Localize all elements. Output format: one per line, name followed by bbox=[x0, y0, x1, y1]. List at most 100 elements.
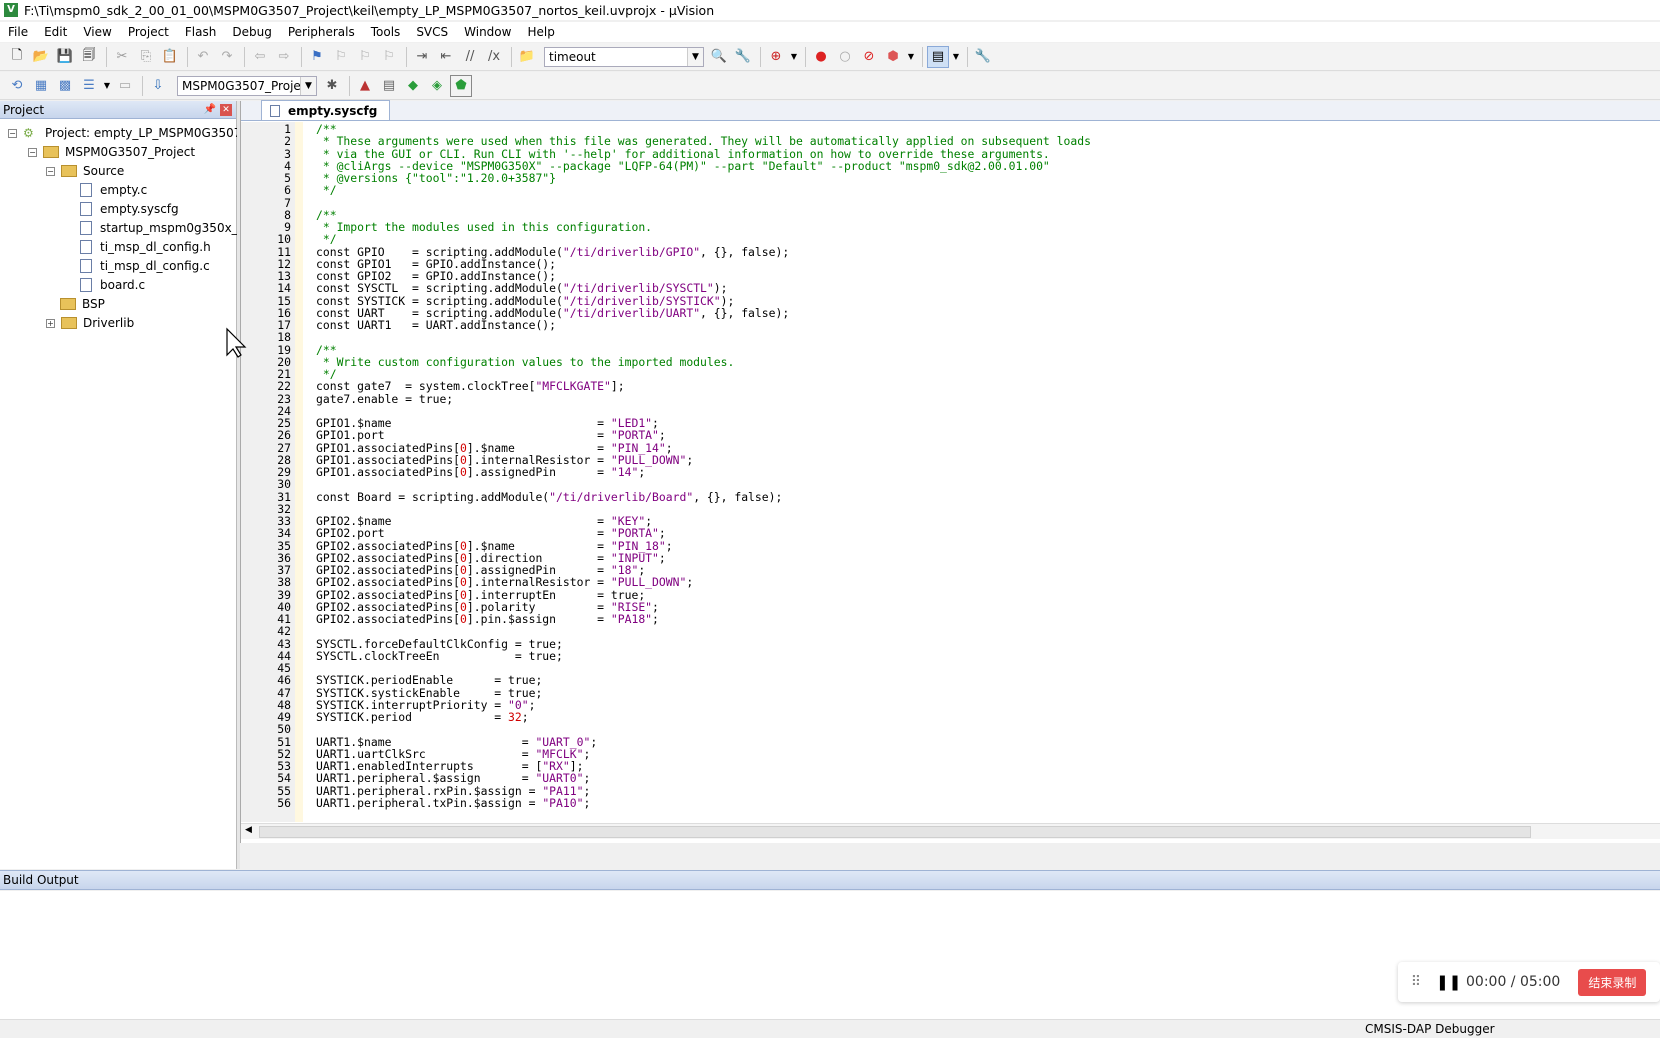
tree-item[interactable]: BSP bbox=[60, 294, 105, 314]
tree-item[interactable]: empty.syscfg bbox=[80, 199, 179, 219]
code-line[interactable]: */ bbox=[316, 184, 337, 197]
pack-installer-icon[interactable]: ◈ bbox=[426, 75, 448, 97]
separator bbox=[187, 46, 188, 67]
tree-item[interactable]: board.c bbox=[80, 275, 145, 295]
code-line[interactable]: GPIO2.associatedPins[0].pin.$assign = "P… bbox=[316, 613, 659, 626]
tree-item[interactable]: − Source bbox=[46, 161, 124, 181]
expand-icon[interactable]: + bbox=[46, 318, 55, 328]
prev-bookmark-icon[interactable]: ⚐ bbox=[330, 46, 352, 68]
dropdown-arrow-icon[interactable]: ▼ bbox=[789, 46, 799, 68]
incremental-find-icon[interactable]: 🔧 bbox=[732, 46, 754, 68]
code-line[interactable]: SYSTICK.period = 32; bbox=[316, 711, 529, 724]
nav-back-icon[interactable]: ⇦ bbox=[249, 46, 271, 68]
kill-all-breakpoints-icon[interactable]: ⬢ bbox=[882, 46, 904, 68]
tree-item[interactable]: empty.c bbox=[80, 180, 147, 200]
nav-forward-icon[interactable]: ⇨ bbox=[273, 46, 295, 68]
find-icon[interactable]: 🔍 bbox=[708, 46, 730, 68]
tree-item[interactable]: − MSPM0G3507_Project bbox=[28, 142, 195, 162]
tree-item[interactable]: ti_msp_dl_config.c bbox=[80, 256, 210, 276]
menu-item-project[interactable]: Project bbox=[120, 25, 177, 39]
scrollbar-thumb[interactable] bbox=[259, 826, 1531, 838]
tree-item[interactable]: ti_msp_dl_config.h bbox=[80, 237, 211, 257]
bookmark-icon[interactable]: ⚑ bbox=[306, 46, 328, 68]
tree-item[interactable]: startup_mspm0g350x_uv bbox=[80, 218, 252, 238]
tab-empty-syscfg[interactable]: empty.syscfg bbox=[261, 100, 391, 120]
breakpoint-icon[interactable]: ● bbox=[810, 46, 832, 68]
copy-icon[interactable]: ⎘ bbox=[135, 46, 157, 68]
menu-item-peripherals[interactable]: Peripherals bbox=[280, 25, 363, 39]
tree-item[interactable]: − ⚙ Project: empty_LP_MSPM0G3507_no bbox=[8, 123, 262, 143]
menu-item-debug[interactable]: Debug bbox=[224, 25, 279, 39]
code-area[interactable]: 1 2 3 4 5 6 7 8 9 10 11 12 13 14 15 16 17 18 19 20 21 22 23 24 2… bbox=[241, 122, 1660, 822]
kill-breakpoints-icon[interactable]: ⊘ bbox=[858, 46, 880, 68]
open-folder-icon[interactable]: 📂 bbox=[30, 46, 52, 68]
unindent-icon[interactable]: ⇤ bbox=[435, 46, 457, 68]
cut-icon[interactable]: ✂ bbox=[111, 46, 133, 68]
manage-runtime-icon[interactable]: ▤ bbox=[378, 75, 400, 97]
comment-icon[interactable]: // bbox=[459, 46, 481, 68]
paste-icon[interactable]: 📋 bbox=[159, 46, 181, 68]
menu-item-window[interactable]: Window bbox=[456, 25, 519, 39]
pause-icon[interactable]: ❚❚ bbox=[1436, 973, 1461, 991]
menu-item-tools[interactable]: Tools bbox=[363, 25, 409, 39]
stop-build-icon[interactable]: ▭ bbox=[114, 75, 136, 97]
project-panel: Project 📌 ✕ − ⚙ Project: empty_LP_MSPM0G35… bbox=[0, 101, 262, 967]
menu-item-help[interactable]: Help bbox=[519, 25, 562, 39]
pin-icon[interactable]: 📌 bbox=[204, 104, 216, 115]
debug-session-icon[interactable]: ⊕ bbox=[765, 46, 787, 68]
collapse-icon[interactable]: − bbox=[8, 128, 17, 138]
dropdown-arrow-icon[interactable]: ▼ bbox=[951, 46, 961, 68]
dropdown-arrow-icon[interactable]: ▼ bbox=[102, 75, 112, 97]
chevron-down-icon[interactable]: ▼ bbox=[300, 76, 316, 95]
menu-item-flash[interactable]: Flash bbox=[177, 25, 224, 39]
target-options-icon[interactable]: ✱ bbox=[321, 75, 343, 97]
save-all-icon[interactable]: 🗐 bbox=[78, 46, 100, 68]
configure-wrench-icon[interactable]: 🔧 bbox=[972, 46, 994, 68]
chevron-down-icon[interactable]: ▼ bbox=[687, 47, 703, 66]
code-line[interactable]: * Import the modules used in this config… bbox=[316, 221, 652, 234]
collapse-icon[interactable]: − bbox=[46, 166, 55, 176]
translate-icon[interactable]: ⟲ bbox=[6, 75, 28, 97]
redo-icon[interactable]: ↷ bbox=[216, 46, 238, 68]
undo-icon[interactable]: ↶ bbox=[192, 46, 214, 68]
dropdown-arrow-icon[interactable]: ▼ bbox=[906, 46, 916, 68]
window-layout-icon[interactable]: ▤ bbox=[927, 45, 949, 68]
code-line[interactable]: gate7.enable = true; bbox=[316, 392, 453, 406]
scroll-left-icon[interactable]: ◀ bbox=[245, 825, 252, 835]
save-icon[interactable]: 💾 bbox=[54, 46, 76, 68]
close-icon[interactable]: ✕ bbox=[220, 103, 232, 116]
sysconfig-icon[interactable]: ⬟ bbox=[450, 74, 472, 97]
tree-item[interactable]: + Driverlib bbox=[46, 313, 134, 333]
select-packs-icon[interactable]: ◆ bbox=[402, 75, 424, 97]
menu-item-file[interactable]: File bbox=[0, 25, 36, 39]
collapse-icon[interactable]: − bbox=[28, 147, 37, 157]
rebuild-icon[interactable]: ▩ bbox=[54, 75, 76, 97]
code-line[interactable]: const Board = scripting.addModule("/ti/d… bbox=[316, 490, 782, 504]
menu-item-view[interactable]: View bbox=[75, 25, 119, 39]
code-line[interactable]: SYSCTL.clockTreeEn = true; bbox=[316, 649, 563, 663]
next-bookmark-icon[interactable]: ⚐ bbox=[354, 46, 376, 68]
code-line[interactable]: UART1.peripheral.txPin.$assign = "PA10"; bbox=[316, 796, 590, 810]
clear-bookmarks-icon[interactable]: ⚐ bbox=[378, 46, 400, 68]
uncomment-icon[interactable]: /x bbox=[483, 46, 505, 68]
disable-breakpoint-icon[interactable]: ○ bbox=[834, 46, 856, 68]
build-icon[interactable]: ▦ bbox=[30, 75, 52, 97]
find-combo[interactable]: timeout ▼ bbox=[544, 46, 704, 67]
file-extensions-icon[interactable]: ▲ bbox=[354, 75, 376, 97]
find-in-files-icon[interactable]: 📁 bbox=[516, 46, 538, 68]
batch-build-icon[interactable]: ☰ bbox=[78, 75, 100, 97]
drag-handle-icon[interactable]: ⠿ bbox=[1404, 974, 1428, 990]
menu-item-edit[interactable]: Edit bbox=[36, 25, 75, 39]
code-line[interactable]: GPIO1.associatedPins[0].assignedPin = "1… bbox=[316, 466, 645, 479]
new-file-icon[interactable]: 🗋 bbox=[6, 46, 28, 68]
download-load-icon[interactable]: ⇩ bbox=[147, 75, 169, 97]
code-line[interactable]: * Write custom configuration values to t… bbox=[316, 355, 734, 369]
editor-hscrollbar[interactable]: ◀ bbox=[241, 823, 1660, 839]
line-number: 22 bbox=[277, 379, 291, 394]
menu-item-svcs[interactable]: SVCS bbox=[408, 25, 456, 39]
code-line[interactable]: * @versions {"tool":"1.20.0+3587"} bbox=[316, 172, 556, 185]
stop-recording-button[interactable]: 结束录制 bbox=[1578, 968, 1647, 996]
indent-icon[interactable]: ⇥ bbox=[411, 46, 433, 68]
target-select[interactable]: MSPM0G3507_Project ▼ bbox=[177, 75, 317, 96]
code-line[interactable]: const UART1 = UART.addInstance(); bbox=[316, 319, 556, 332]
